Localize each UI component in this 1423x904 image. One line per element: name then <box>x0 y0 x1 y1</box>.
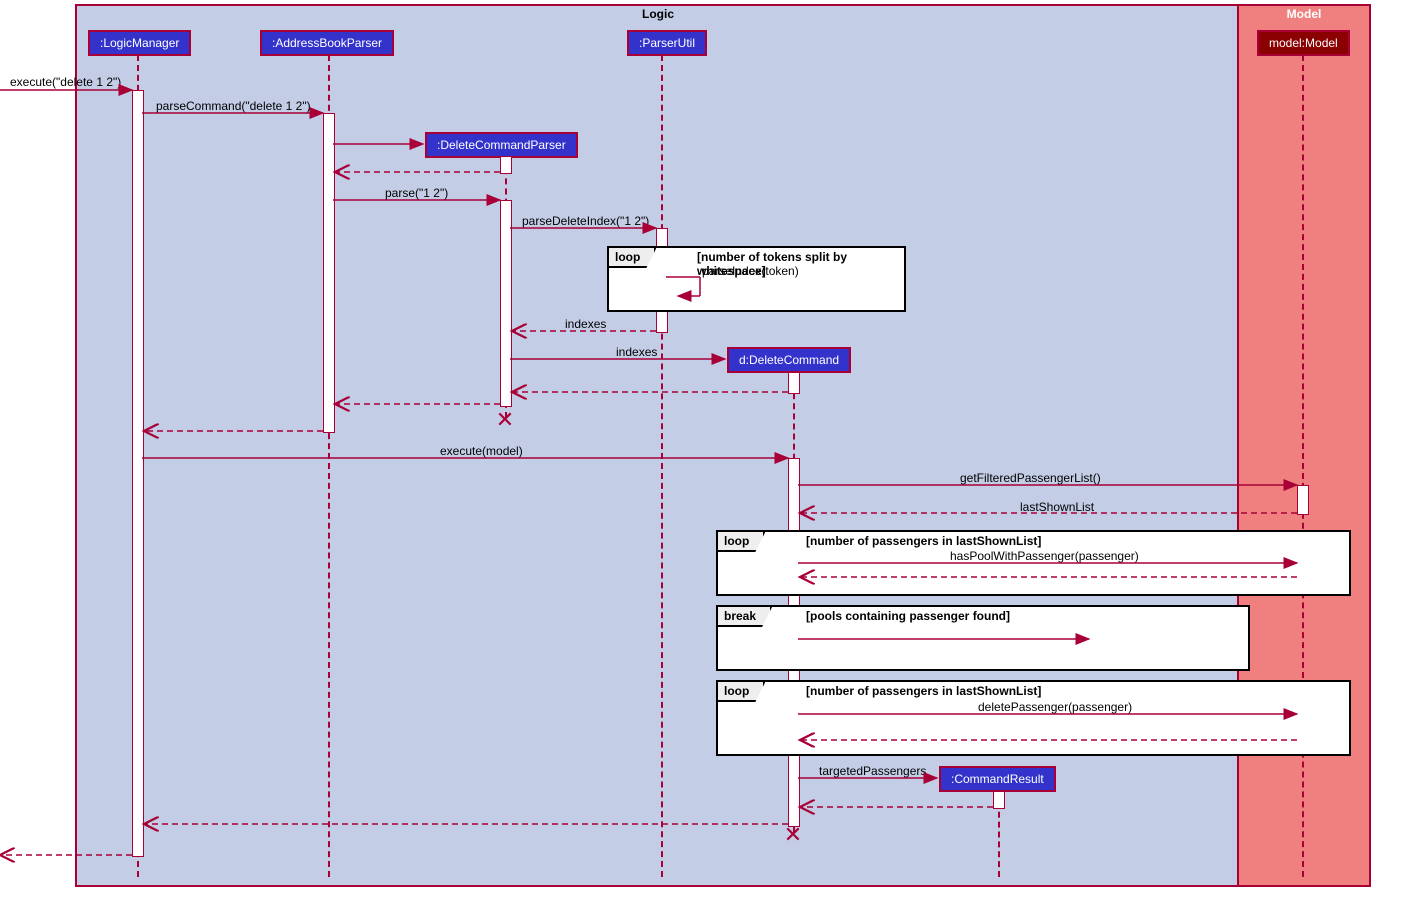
activation-abp <box>323 113 335 433</box>
participant-model: model:Model <box>1257 30 1350 56</box>
participant-logic-manager: :LogicManager <box>88 30 191 56</box>
msg-get-filtered: getFilteredPassengerList() <box>960 471 1101 485</box>
msg-parse-delete-index: parseDeleteIndex("1 2") <box>522 214 649 228</box>
activation-cr <box>993 791 1005 809</box>
msg-has-pool: hasPoolWithPassenger(passenger) <box>950 549 1139 563</box>
loop3-label: loop <box>718 682 765 702</box>
msg-last-shown: lastShownList <box>1020 500 1094 514</box>
participant-delete-command-parser: :DeleteCommandParser <box>425 132 578 158</box>
msg-parse: parse("1 2") <box>385 186 448 200</box>
loop-parse-tokens: loop [number of tokens split by whitespa… <box>607 246 906 312</box>
msg-indexes-1: indexes <box>565 317 606 331</box>
loop-delete-passengers: loop [number of passengers in lastShownL… <box>716 680 1351 756</box>
lifeline-parser-util <box>661 55 663 877</box>
participant-address-book-parser: :AddressBookParser <box>260 30 394 56</box>
loop-has-pool: loop [number of passengers in lastShownL… <box>716 530 1351 596</box>
sequence-diagram: Logic Model :LogicManager :AddressBookPa… <box>0 0 1423 904</box>
activation-model-1 <box>1297 485 1309 515</box>
break1-guard: [pools containing passenger found] <box>806 609 1010 623</box>
participant-parser-util: :ParserUtil <box>627 30 707 56</box>
break-pool-found: break [pools containing passenger found] <box>716 605 1250 671</box>
model-frame-label: Model <box>1279 5 1330 23</box>
msg-execute-model: execute(model) <box>440 444 523 458</box>
msg-targeted-passengers: targetedPassengers <box>819 764 926 778</box>
activation-dcp-2 <box>500 200 512 407</box>
loop2-guard: [number of passengers in lastShownList] <box>806 534 1041 548</box>
activation-dcp-1 <box>500 156 512 174</box>
msg-delete-passenger: deletePassenger(passenger) <box>978 700 1132 714</box>
loop2-label: loop <box>718 532 765 552</box>
loop3-guard: [number of passengers in lastShownList] <box>806 684 1041 698</box>
activation-logic-manager <box>132 90 144 857</box>
loop1-label: loop <box>609 248 656 268</box>
msg-parse-index: parseIndex(token) <box>702 264 799 278</box>
participant-command-result: :CommandResult <box>939 766 1056 792</box>
participant-delete-command: d:DeleteCommand <box>727 347 851 373</box>
msg-execute: execute("delete 1 2") <box>10 75 121 89</box>
destroy-delete-command-parser: ✕ <box>495 410 515 430</box>
activation-dc-1 <box>788 372 800 394</box>
logic-frame-label: Logic <box>634 5 682 23</box>
msg-indexes-2: indexes <box>616 345 657 359</box>
msg-parse-command: parseCommand("delete 1 2") <box>156 99 311 113</box>
break1-label: break <box>718 607 772 627</box>
destroy-delete-command: ✕ <box>783 825 803 845</box>
